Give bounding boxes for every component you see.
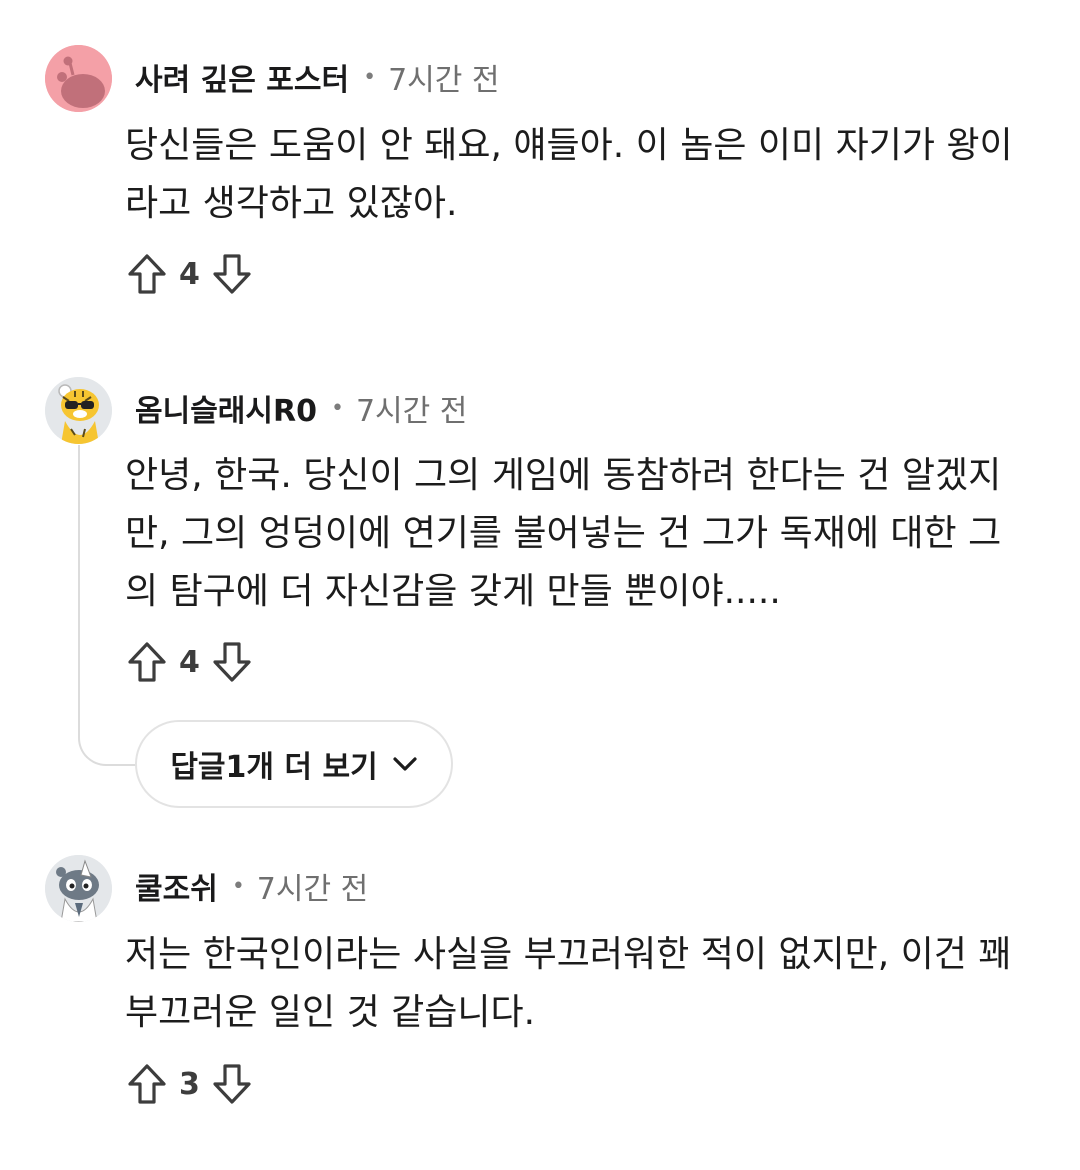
username[interactable]: 쿨조쉬 — [135, 864, 218, 908]
vote-bar: 3 — [125, 1060, 254, 1108]
comment-header: 쿨조쉬 • 7시간 전 — [135, 864, 369, 908]
comment-body: 당신들은 도움이 안 돼요, 얘들아. 이 놈은 이미 자기가 왕이 라고 생각… — [125, 125, 1013, 224]
username[interactable]: 사려 깊은 포스터 — [135, 55, 349, 99]
meta-separator: • — [231, 873, 245, 899]
comment-header: 사려 깊은 포스터 • 7시간 전 — [135, 55, 500, 99]
downvote-arrow-icon[interactable] — [210, 251, 254, 297]
tiger-sunglasses-avatar-icon[interactable] — [45, 377, 112, 444]
username[interactable]: 옴니슬래시R0 — [135, 386, 317, 430]
upvote-arrow-icon[interactable] — [125, 1061, 169, 1107]
timestamp: 7시간 전 — [355, 394, 468, 429]
vote-count: 4 — [179, 644, 200, 680]
timestamp: 7시간 전 — [388, 63, 500, 98]
meta-separator: • — [363, 64, 377, 90]
comment-body: 안녕, 한국. 당신이 그의 게임에 동참하려 한다는 건 알겠지 만, 그의 … — [125, 455, 1002, 612]
comment-body: 저는 한국인이라는 사실을 부끄러워한 적이 없지만, 이건 꽤 부끄러운 일인… — [125, 934, 1012, 1033]
unicorn-snoo-avatar-icon[interactable] — [45, 855, 112, 922]
thread-connector — [78, 700, 138, 766]
upvote-arrow-icon[interactable] — [125, 639, 169, 685]
timestamp: 7시간 전 — [256, 872, 369, 907]
downvote-arrow-icon[interactable] — [210, 1061, 254, 1107]
comment-header: 옴니슬래시R0 • 7시간 전 — [135, 386, 468, 430]
vote-bar: 4 — [125, 250, 254, 298]
snoo-default-avatar-icon[interactable] — [45, 45, 112, 112]
chevron-down-icon — [392, 756, 418, 772]
upvote-arrow-icon[interactable] — [125, 251, 169, 297]
meta-separator: • — [330, 395, 344, 421]
vote-count: 4 — [179, 256, 200, 292]
thread-line[interactable] — [78, 445, 80, 715]
vote-bar: 4 — [125, 638, 254, 686]
more-replies-label: 답글1개 더 보기 — [170, 750, 378, 785]
vote-count: 3 — [179, 1066, 200, 1102]
more-replies-button[interactable]: 답글1개 더 보기 — [135, 720, 453, 808]
downvote-arrow-icon[interactable] — [210, 639, 254, 685]
